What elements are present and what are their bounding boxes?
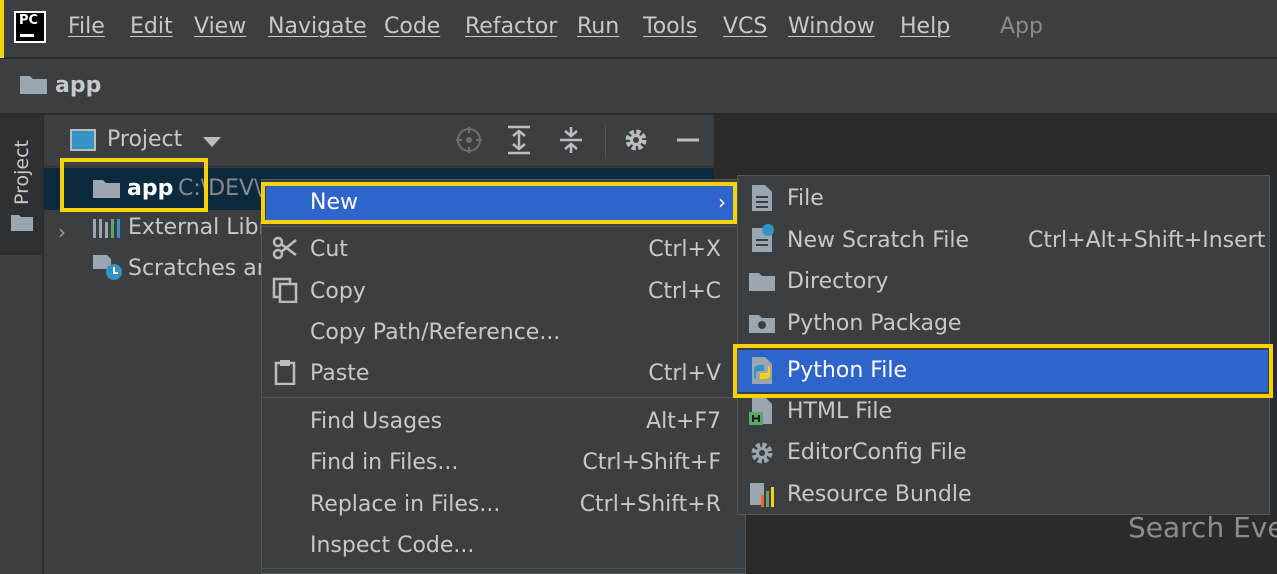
context-menu-copy-path[interactable]: Copy Path/Reference... [310, 320, 560, 345]
editor-hint-text: Search Eve [1128, 511, 1277, 544]
tree-item-scratches[interactable]: Scratches an [128, 256, 271, 281]
context-menu-paste[interactable]: Paste [310, 361, 369, 386]
gear-icon [751, 442, 773, 464]
submenu-new-scratch-file[interactable]: New Scratch File [787, 228, 969, 253]
submenu-python-file[interactable]: Python File [787, 358, 907, 383]
scratches-icon [93, 255, 122, 280]
python-file-icon [752, 357, 772, 384]
context-menu-find-in-files[interactable]: Find in Files... [310, 450, 458, 475]
menu-vcs[interactable]: VCS [723, 14, 767, 39]
menu-run[interactable]: Run [577, 14, 619, 39]
copy-icon [272, 277, 298, 303]
menu-file[interactable]: File [68, 14, 105, 39]
tree-item-app[interactable]: app [127, 176, 173, 201]
context-menu-cut[interactable]: Cut [310, 237, 348, 262]
hide-panel-icon[interactable] [672, 124, 704, 156]
context-menu-inspect-code[interactable]: Inspect Code... [310, 533, 474, 558]
breadcrumb-app[interactable]: app [55, 73, 101, 98]
logo-accent-strip [0, 0, 4, 58]
submenu-file[interactable]: File [787, 186, 824, 211]
chevron-right-icon: › [718, 190, 726, 214]
menu-navigate[interactable]: Navigate [268, 14, 367, 39]
context-menu-find-usages[interactable]: Find Usages [310, 409, 442, 434]
expand-all-icon[interactable] [503, 124, 535, 156]
tree-item-external-libraries[interactable]: External Libra [128, 215, 281, 240]
toolbar-separator [605, 125, 606, 158]
file-icon [752, 185, 772, 211]
project-tool-tab-label[interactable]: Project [11, 140, 33, 205]
shortcut-paste: Ctrl+V [648, 361, 721, 386]
menu-refactor[interactable]: Refactor [465, 14, 557, 39]
shortcut-cut: Ctrl+X [648, 237, 721, 262]
context-menu-new-label[interactable]: New [310, 190, 358, 215]
window-project-title: App [1000, 14, 1043, 39]
cut-icon [272, 236, 297, 260]
menu-help[interactable]: Help [900, 14, 950, 39]
resource-bundle-icon [750, 483, 774, 507]
submenu-directory[interactable]: Directory [787, 269, 888, 294]
shortcut-copy: Ctrl+C [648, 279, 721, 304]
collapse-all-icon[interactable] [555, 124, 587, 156]
menu-edit[interactable]: Edit [130, 14, 173, 39]
folder-icon [11, 215, 33, 231]
pycharm-logo-icon: PC [14, 11, 46, 43]
shortcut-new-scratch-file: Ctrl+Alt+Shift+Insert [1028, 228, 1266, 253]
menu-separator [262, 568, 745, 569]
gear-icon[interactable] [620, 124, 652, 156]
menu-view[interactable]: View [194, 14, 246, 39]
submenu-resource-bundle[interactable]: Resource Bundle [787, 482, 971, 507]
chevron-right-icon[interactable]: › [58, 220, 66, 244]
tree-item-app-path: C:\DEV\ [178, 176, 262, 201]
submenu-python-package[interactable]: Python Package [787, 311, 961, 336]
context-menu-replace-in-files[interactable]: Replace in Files... [310, 492, 500, 517]
menu-bar [0, 0, 1277, 58]
scratch-file-icon [752, 224, 774, 252]
paste-icon [274, 360, 296, 385]
shortcut-replace-in-files: Ctrl+Shift+R [579, 492, 721, 517]
chevron-down-icon[interactable] [203, 137, 221, 147]
menu-code[interactable]: Code [384, 14, 440, 39]
folder-icon [93, 180, 120, 198]
shortcut-find-in-files: Ctrl+Shift+F [582, 450, 721, 475]
submenu-editorconfig-file[interactable]: EditorConfig File [787, 440, 967, 465]
navigation-bar [0, 59, 1277, 114]
logo-text: PC [19, 13, 39, 28]
menu-tools[interactable]: Tools [643, 14, 697, 39]
shortcut-find-usages: Alt+F7 [646, 409, 721, 434]
python-package-icon [749, 315, 775, 333]
locate-icon[interactable] [453, 124, 485, 156]
context-menu-copy[interactable]: Copy [310, 279, 366, 304]
html-file-icon [749, 397, 772, 425]
project-view-icon [70, 129, 96, 151]
project-view-selector[interactable]: Project [107, 127, 182, 152]
library-icon [93, 219, 120, 238]
menu-separator [262, 397, 745, 398]
folder-icon [749, 273, 775, 291]
folder-icon [20, 76, 47, 94]
submenu-html-file[interactable]: HTML File [787, 399, 892, 424]
menu-window[interactable]: Window [788, 14, 875, 39]
menu-separator [262, 226, 745, 227]
